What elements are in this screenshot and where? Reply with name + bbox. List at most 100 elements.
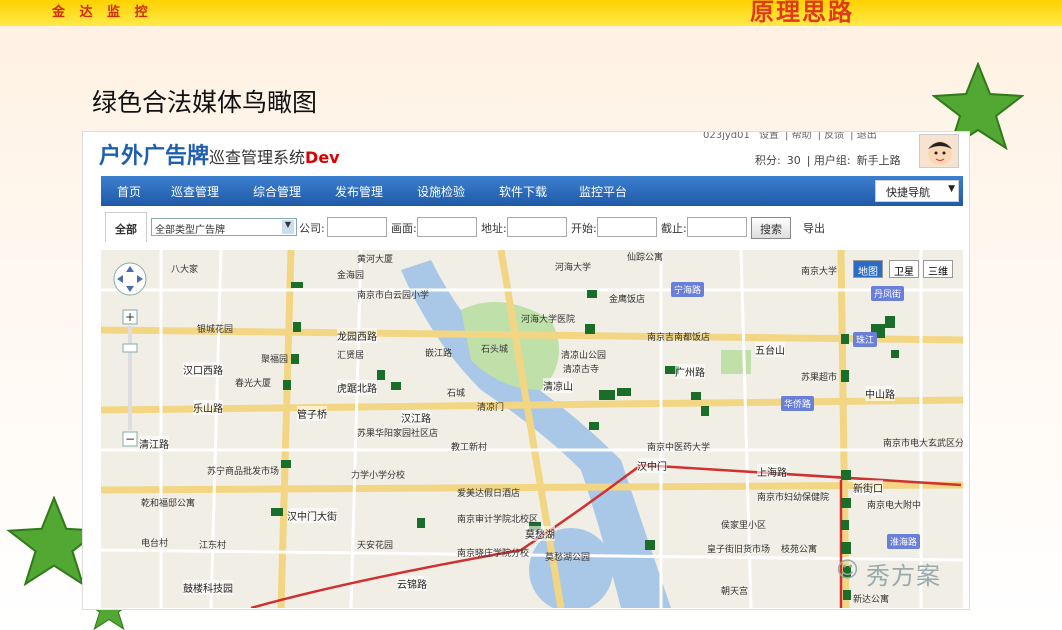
poi-label: 教工新村	[451, 443, 488, 453]
link-logout[interactable]: 退出	[857, 132, 877, 141]
export-link[interactable]: 导出	[803, 220, 825, 236]
search-button[interactable]: 搜索	[751, 217, 791, 239]
nav-publish[interactable]: 发布管理	[335, 183, 383, 200]
poi-label: 莫愁湖公园	[545, 553, 591, 563]
poi-label: 南京市电大玄武区分校	[883, 439, 963, 449]
road-label: 新街口	[853, 480, 883, 495]
poi-label: 金海园	[337, 271, 365, 281]
end-date-input[interactable]	[687, 217, 747, 237]
poi-label: 新达公寓	[853, 595, 890, 605]
screen-input[interactable]	[417, 217, 477, 237]
road-label: 乐山路	[193, 400, 223, 415]
poi-label: 朝天宫	[721, 587, 749, 597]
filter-bar: 全部 全部类型广告牌 ▼ 公司: 画面: 地址: 开始: 截止: 搜索 导出	[101, 212, 963, 246]
road-label: 鼓楼科技园	[183, 580, 233, 595]
tab-all[interactable]: 全部	[105, 212, 147, 242]
nav-facility[interactable]: 设施检验	[417, 183, 465, 200]
route-label: 宁海路	[671, 282, 705, 297]
poi-label: 银城花园	[197, 325, 234, 335]
poi-label: 爱美达假日酒店	[457, 489, 521, 499]
poi-label: 汇贤居	[337, 351, 365, 361]
svg-text:+: +	[125, 310, 135, 324]
road-label: 汉中门	[637, 458, 667, 473]
link-help[interactable]: 帮助	[792, 132, 812, 141]
poi-label: 石城	[447, 389, 466, 399]
slide-title: 绿色合法媒体鸟瞰图	[92, 88, 318, 117]
poi-label: 聚福园	[261, 355, 289, 365]
road-label: 汉江路	[401, 410, 431, 425]
poi-label: 南京吉南都饭店	[647, 333, 711, 343]
nav-download[interactable]: 软件下载	[499, 183, 547, 200]
app-screenshot: 户外广告牌巡查管理系统Dev 023jyd01 设置 | 帮助 | 反馈 | 退出 积…	[82, 131, 970, 610]
poi-label: 苏宁商品批发市场	[207, 467, 280, 477]
road-label: 清江路	[139, 436, 169, 451]
nav-general[interactable]: 综合管理	[253, 183, 301, 200]
link-feedback[interactable]: 反馈	[824, 132, 844, 141]
logo-sub: 巡查管理系统	[209, 148, 306, 167]
poi-label: 河海大学医院	[521, 315, 576, 325]
map-type-map[interactable]: 地图	[853, 260, 883, 278]
type-select-value: 全部类型广告牌	[155, 225, 225, 236]
map-type-satellite[interactable]: 卫星	[889, 260, 919, 278]
poi-label: 电台村	[141, 539, 169, 549]
poi-label: 南京大学	[801, 267, 838, 277]
end-label: 截止:	[661, 222, 687, 235]
poi-label: 清凉山公园	[561, 351, 607, 361]
park-area	[721, 350, 751, 374]
company-label: 公司:	[299, 222, 325, 235]
start-date-input[interactable]	[597, 217, 657, 237]
map-pan-zoom-control[interactable]: + −	[111, 260, 149, 450]
poi-label: 河海大学	[555, 263, 592, 273]
user-info: 积分: 30 | 用户组: 新手上路	[755, 154, 901, 167]
map-view[interactable]: + − 地图 卫星 三维 龙园西路 汉中门大街 汉中门 上海路 广州路 五台山 …	[101, 250, 963, 608]
screen-label: 画面:	[391, 222, 417, 235]
slide-top-bar: 金 达 监 控 原理思路	[0, 0, 1062, 26]
app-logo[interactable]: 户外广告牌巡查管理系统Dev	[99, 138, 340, 170]
road-label: 汉口西路	[183, 362, 223, 377]
road-label: 清凉山	[543, 378, 573, 393]
svg-text:−: −	[125, 432, 135, 446]
road-label: 管子桥	[297, 406, 327, 421]
type-select[interactable]: 全部类型广告牌 ▼	[151, 218, 297, 236]
link-settings[interactable]: 设置	[759, 132, 779, 141]
points-value[interactable]: 30	[787, 154, 801, 167]
chevron-down-icon: ▼	[282, 220, 294, 234]
road-label: 汉中门大街	[287, 508, 337, 523]
poi-label: 南京电大附中	[867, 501, 922, 511]
road-label: 虎踞北路	[337, 380, 377, 395]
main-nav: 首页 巡查管理 综合管理 发布管理 设施检验 软件下载 监控平台 快捷导航 ▼	[101, 176, 963, 206]
nav-inspection[interactable]: 巡查管理	[171, 183, 219, 200]
nav-monitor[interactable]: 监控平台	[579, 183, 627, 200]
map-type-3d[interactable]: 三维	[923, 260, 953, 278]
group-label: 用户组:	[813, 154, 851, 167]
poi-label: 黄河大厦	[357, 255, 394, 265]
avatar[interactable]	[919, 134, 959, 168]
poi-label: 天安花园	[357, 541, 394, 551]
poi-label: 南京中医药大学	[647, 443, 711, 453]
road-label: 中山路	[865, 386, 895, 401]
road-label: 莫愁湖	[525, 526, 555, 541]
address-input[interactable]	[507, 217, 567, 237]
quick-nav-label: 快捷导航	[886, 186, 930, 199]
poi-label: 侯家里小区	[721, 521, 767, 531]
poi-label: 力学小学分校	[351, 471, 406, 481]
nav-home[interactable]: 首页	[117, 183, 141, 200]
wechat-icon: ☺	[836, 558, 859, 583]
user-links: 023jyd01 设置 | 帮助 | 反馈 | 退出	[703, 131, 877, 141]
user-name[interactable]: 023jyd01	[703, 132, 750, 141]
group-value: 新手上路	[856, 154, 901, 167]
quick-nav-dropdown[interactable]: 快捷导航 ▼	[875, 180, 959, 202]
company-input[interactable]	[327, 217, 387, 237]
points-label: 积分:	[755, 154, 781, 167]
poi-label: 石头城	[481, 345, 509, 355]
poi-label: 苏果华阳家园社区店	[357, 429, 439, 439]
poi-label: 江东村	[199, 541, 227, 551]
poi-label: 南京市妇幼保健院	[757, 493, 830, 503]
route-label: 淮海路	[887, 534, 921, 549]
poi-label: 春光大厦	[235, 379, 272, 389]
chevron-down-icon: ▼	[948, 184, 955, 194]
poi-label: 枝苑公寓	[781, 545, 818, 555]
watermark: 秀方案	[866, 562, 941, 590]
poi-label: 仙踪公寓	[627, 253, 664, 263]
road-label: 云锦路	[397, 576, 427, 591]
